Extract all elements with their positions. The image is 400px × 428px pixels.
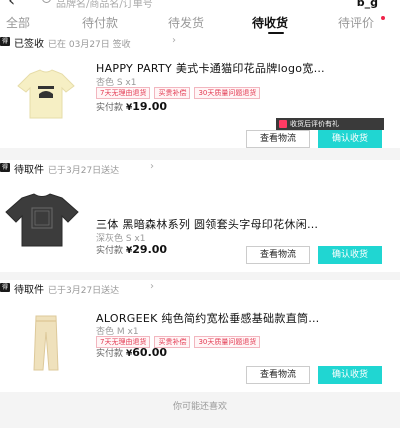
corner-tag[interactable]: b_g bbox=[357, 0, 378, 9]
search-input[interactable]: 品牌名/商品名/订单号 bbox=[56, 0, 153, 10]
amount-value: 19.00 bbox=[132, 100, 168, 113]
view-logistics-button[interactable]: 查看物流 bbox=[246, 246, 310, 264]
order-status-note: 已于3月27日送达 bbox=[48, 166, 120, 176]
product-thumbnail[interactable] bbox=[4, 190, 80, 250]
chevron-right-icon: › bbox=[150, 281, 154, 292]
order-status-row[interactable]: 得物 待取件 已于3月27日送达 › bbox=[0, 280, 400, 300]
product-thumbnail[interactable] bbox=[8, 314, 84, 374]
maybe-like-heading: 你可能还喜欢 bbox=[172, 402, 227, 412]
service-tag: 7天无理由退货 bbox=[96, 87, 151, 99]
amount-value: 60.00 bbox=[132, 346, 168, 359]
paid-amount: 实付款 ¥19.00 bbox=[96, 100, 167, 113]
order-card[interactable]: 得物 待取件 已于3月27日送达 › ALORGEEK 纯色简约宽松垂感基础款直筒… bbox=[0, 280, 400, 392]
tab-all[interactable]: 全部 bbox=[6, 14, 30, 31]
search-icon bbox=[42, 0, 51, 3]
order-status-note: 已在 03月27日 签收 bbox=[48, 40, 131, 50]
tab-pending-receipt[interactable]: 待收货 bbox=[252, 14, 288, 31]
order-status-row[interactable]: 得物 已签收 已在 03月27日 签收 › bbox=[0, 34, 400, 54]
product-title[interactable]: 三体 黑暗森林系列 圆领套头字母印花休闲… bbox=[96, 216, 318, 232]
order-status: 已签收 bbox=[14, 39, 44, 50]
service-tag: 30天质量问题退货 bbox=[194, 336, 261, 348]
order-card[interactable]: 得物 已签收 已在 03月27日 签收 › HAPPY PARTY 美式卡通猫印花… bbox=[0, 34, 400, 148]
order-status: 待取件 bbox=[14, 285, 44, 296]
chevron-right-icon: › bbox=[172, 35, 176, 46]
chevron-right-icon: › bbox=[150, 161, 154, 172]
product-thumbnail[interactable] bbox=[8, 64, 84, 124]
top-search-bar: ‹ 品牌名/商品名/订单号 b_g bbox=[0, 0, 400, 12]
order-tabs: 全部 待付款 待发货 待收货 待评价 bbox=[0, 12, 400, 34]
service-tags: 7天无理由退货 买贵补偿 30天质量问题退货 bbox=[96, 87, 261, 99]
tab-pending-review[interactable]: 待评价 bbox=[338, 14, 374, 31]
notification-dot bbox=[381, 16, 385, 20]
order-card[interactable]: 得物 待取件 已于3月27日送达 › 三体 黑暗森林系列 圆领套头字母印花休闲… … bbox=[0, 160, 400, 272]
review-reward-label: 收货后评价有礼 bbox=[290, 120, 339, 128]
order-status-note: 已于3月27日送达 bbox=[48, 286, 120, 296]
order-status-row[interactable]: 得物 待取件 已于3月27日送达 › bbox=[0, 160, 400, 180]
order-status: 待取件 bbox=[14, 165, 44, 176]
amount-value: 29.00 bbox=[132, 243, 168, 256]
paid-label: 实付款 bbox=[96, 103, 124, 113]
service-tag: 30天质量问题退货 bbox=[194, 87, 261, 99]
gift-icon bbox=[279, 120, 287, 128]
tab-pending-payment[interactable]: 待付款 bbox=[82, 14, 118, 31]
confirm-receipt-button[interactable]: 确认收货 bbox=[318, 366, 382, 384]
review-reward-tip[interactable]: 收货后评价有礼 bbox=[276, 118, 384, 130]
back-icon[interactable]: ‹ bbox=[8, 0, 15, 11]
store-icon: 得物 bbox=[0, 283, 10, 300]
view-logistics-button[interactable]: 查看物流 bbox=[246, 130, 310, 148]
store-icon: 得物 bbox=[0, 163, 10, 180]
view-logistics-button[interactable]: 查看物流 bbox=[246, 366, 310, 384]
paid-amount: 实付款 ¥60.00 bbox=[96, 346, 167, 359]
store-icon: 得物 bbox=[0, 37, 10, 54]
product-title[interactable]: HAPPY PARTY 美式卡通猫印花品牌logo宽… bbox=[96, 60, 325, 76]
paid-label: 实付款 bbox=[96, 349, 124, 359]
paid-amount: 实付款 ¥29.00 bbox=[96, 243, 167, 256]
confirm-receipt-button[interactable]: 确认收货 bbox=[318, 130, 382, 148]
service-tag: 买贵补偿 bbox=[154, 87, 191, 99]
tab-pending-shipment[interactable]: 待发货 bbox=[168, 14, 204, 31]
paid-label: 实付款 bbox=[96, 246, 124, 256]
confirm-receipt-button[interactable]: 确认收货 bbox=[318, 246, 382, 264]
